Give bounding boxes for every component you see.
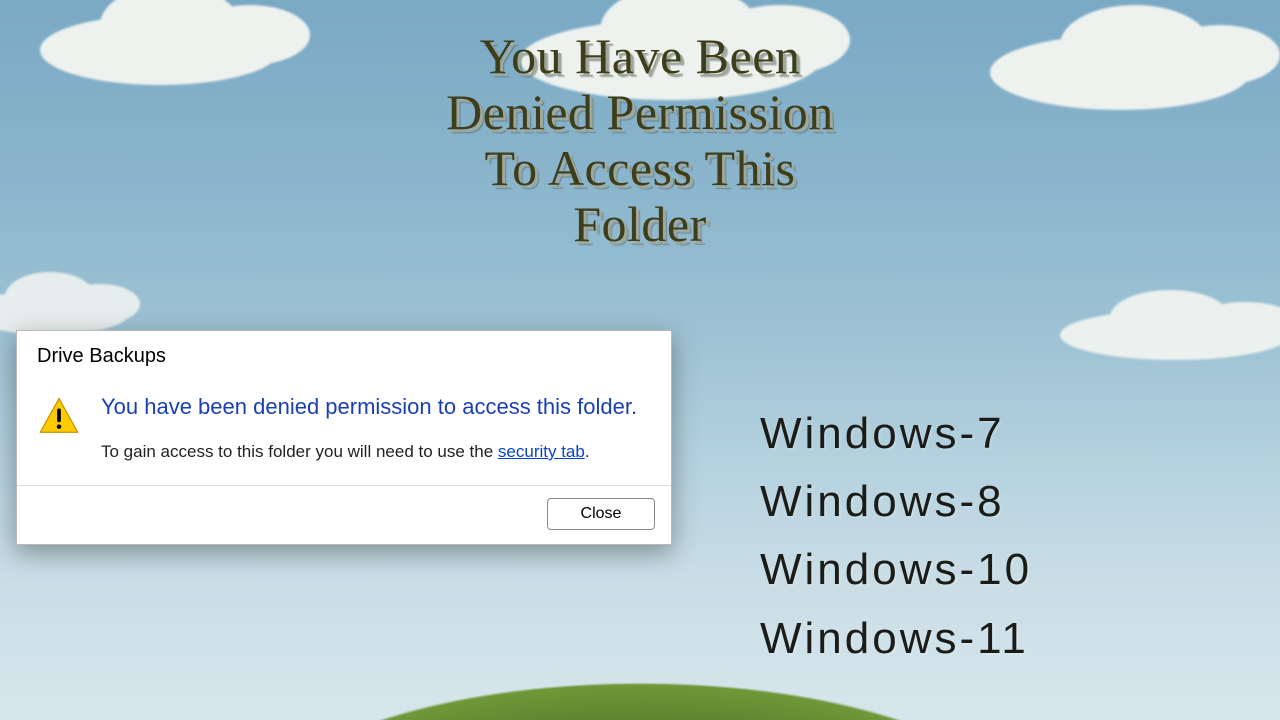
dialog-body: You have been denied permission to acces…: [17, 374, 671, 485]
permission-denied-dialog: Drive Backups You have been denied permi…: [16, 330, 672, 545]
dialog-footer: Close: [17, 486, 671, 544]
dialog-sub-prefix: To gain access to this folder you will n…: [101, 442, 498, 461]
os-item: Windows-8: [760, 468, 1032, 536]
warning-icon: [39, 392, 83, 477]
cloud-decoration: [1060, 310, 1280, 360]
os-item: Windows-7: [760, 400, 1032, 468]
security-tab-link[interactable]: security tab: [498, 442, 585, 461]
os-item: Windows-10: [760, 536, 1032, 604]
headline-line: Denied Permission: [446, 84, 834, 140]
dialog-title: Drive Backups: [17, 331, 671, 374]
page-title: You Have Been Denied Permission To Acces…: [260, 28, 1020, 252]
cloud-decoration: [0, 290, 130, 335]
dialog-sub-suffix: .: [585, 442, 590, 461]
os-version-list: Windows-7 Windows-8 Windows-10 Windows-1…: [760, 400, 1032, 673]
headline-line: Folder: [573, 196, 707, 252]
dialog-text: You have been denied permission to acces…: [101, 392, 647, 477]
os-item: Windows-11: [760, 605, 1032, 673]
headline-line: You Have Been: [480, 28, 801, 84]
close-button[interactable]: Close: [547, 498, 655, 530]
dialog-sub-message: To gain access to this folder you will n…: [101, 440, 647, 464]
dialog-main-message: You have been denied permission to acces…: [101, 392, 647, 422]
cloud-decoration: [40, 15, 280, 85]
cloud-decoration: [990, 35, 1250, 110]
headline-line: To Access This: [485, 140, 796, 196]
